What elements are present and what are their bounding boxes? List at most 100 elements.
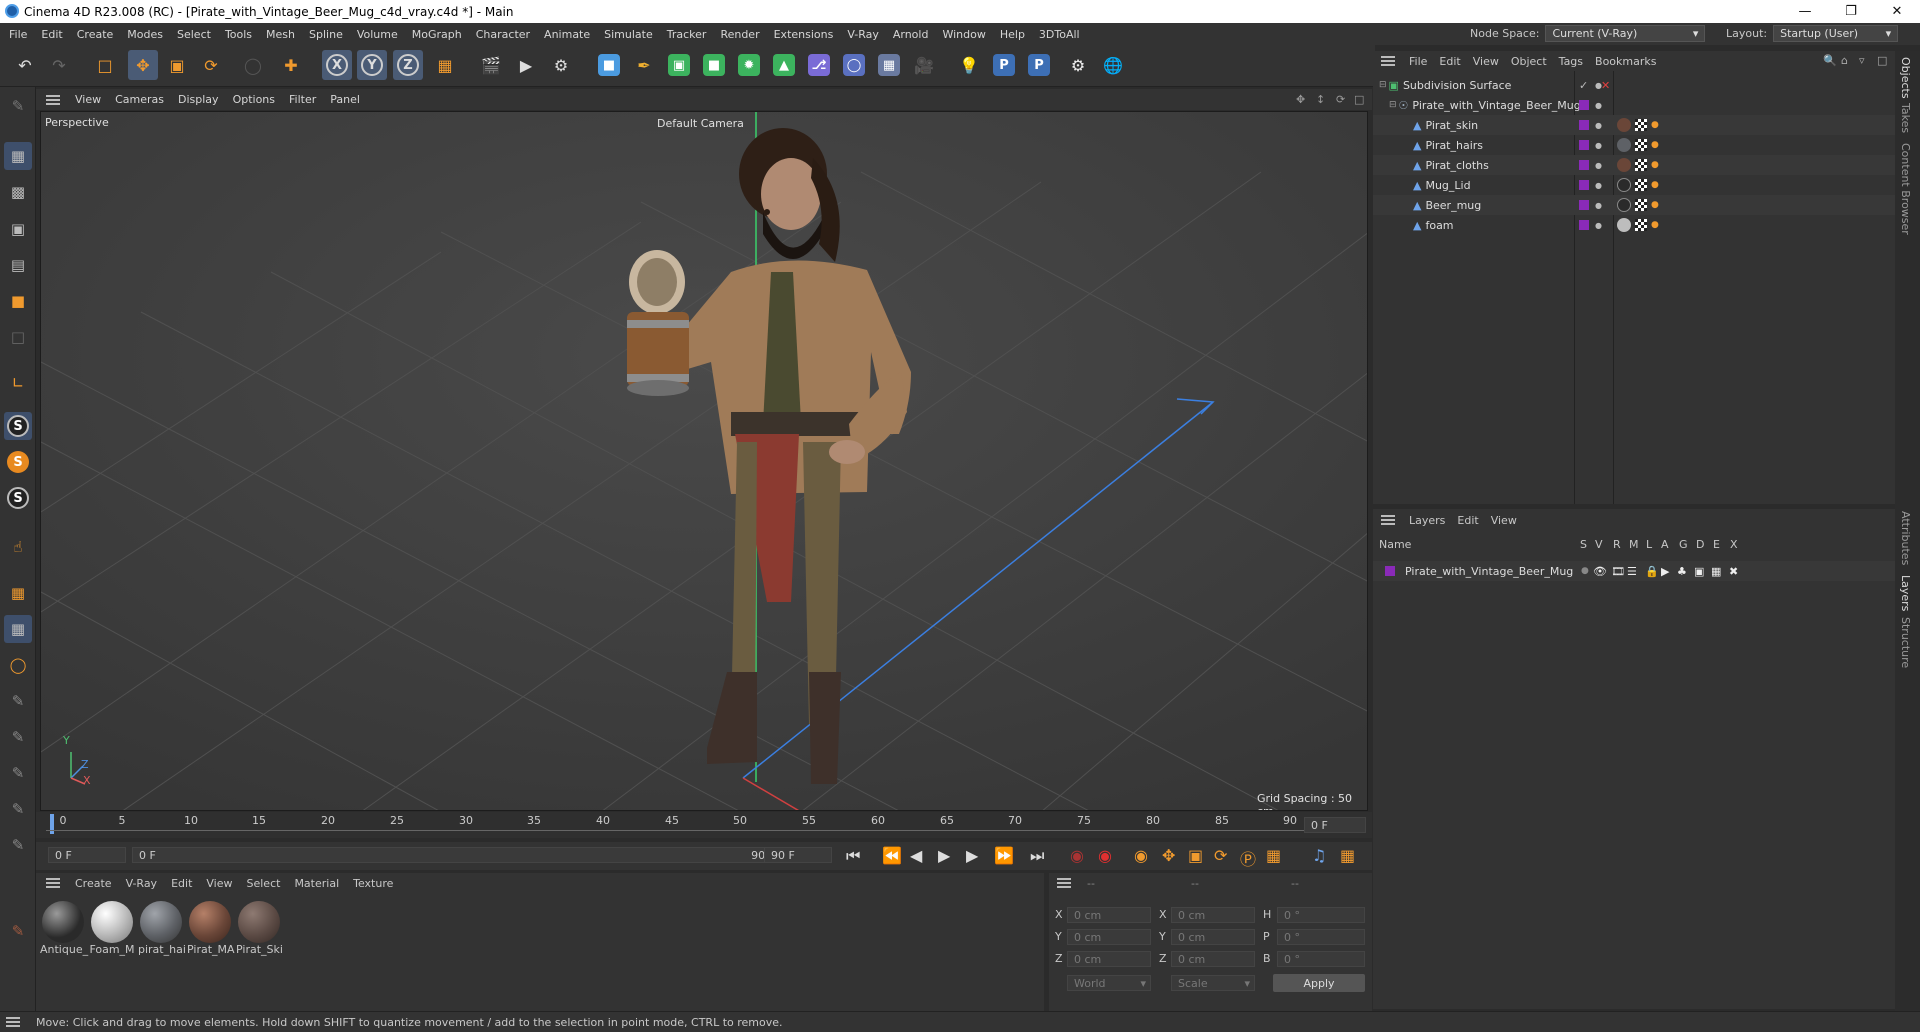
visibility-dots-icon[interactable]: ● [1595,201,1602,210]
uvw-tag-icon[interactable] [1635,179,1647,191]
size-z-field[interactable]: 0 cm [1171,951,1255,967]
globe-icon[interactable]: 🌐 [1098,50,1128,80]
make-editable-icon[interactable]: ✎ [4,92,32,120]
viewport-rotate-icon[interactable]: ⟳ [1336,93,1345,106]
menu-arnold[interactable]: Arnold [886,28,936,41]
z-axis-lock-icon[interactable]: Z [393,50,423,80]
workplane-icon[interactable]: ∟ [4,369,32,397]
prev-key-icon[interactable]: ⏪ [882,846,902,865]
render-icon[interactable]: 🎞 [1611,565,1625,578]
home-icon[interactable]: ⌂ [1841,54,1848,67]
menu-select[interactable]: Select [170,28,218,41]
keyframe-selection-icon[interactable]: ◉ [1134,846,1148,865]
uvw-tag-icon[interactable] [1635,159,1647,171]
tab-structure[interactable]: Structure [1899,617,1912,668]
coordinate-system-icon[interactable]: ▦ [430,50,460,80]
rotation-b-field[interactable]: 0 ° [1277,951,1365,967]
material-tag-icon[interactable] [1617,138,1631,152]
object-menu-edit[interactable]: Edit [1433,55,1466,68]
key-position-icon[interactable]: ✥ [1162,846,1175,865]
object-menu-bookmarks[interactable]: Bookmarks [1589,55,1662,68]
lock-icon[interactable]: 🔒 [1645,565,1659,578]
timeline-window-icon[interactable]: ▦ [1340,846,1355,865]
tree-row-pirat-hairs[interactable]: ▲ Pirat_hairs ● ● [1373,135,1895,155]
smooth-icon[interactable]: ✎ [4,795,32,823]
minimize-icon[interactable]: — [1782,0,1828,23]
menu-help[interactable]: Help [993,28,1032,41]
position-x-field[interactable]: 0 cm [1067,907,1151,923]
menu-create[interactable]: Create [70,28,121,41]
vray-tag-icon[interactable]: ● [1651,160,1659,170]
render-view-icon[interactable]: 🎬 [476,50,506,80]
light-icon[interactable]: 💡 [954,50,984,80]
visibility-dots-icon[interactable]: ● [1595,161,1602,170]
material-menu-view[interactable]: View [199,877,239,890]
current-frame-field[interactable]: 0 F [1304,817,1366,833]
python-generator-icon[interactable]: P [1024,50,1054,80]
start-frame-field[interactable]: 0 F [48,847,126,863]
viewport-menu-cameras[interactable]: Cameras [108,93,171,106]
hamburger-icon[interactable] [46,94,60,105]
play-icon[interactable]: ▶ [938,846,950,865]
tab-objects[interactable]: Objects [1899,57,1912,99]
move-tool-icon[interactable]: ✥ [128,50,158,80]
sculpt-icon[interactable]: ✎ [4,759,32,787]
redo-icon[interactable]: ↷ [44,50,74,80]
coord-system-dropdown[interactable]: World ▾ [1067,975,1151,991]
viewport-menu-display[interactable]: Display [171,93,226,106]
menu-tracker[interactable]: Tracker [660,28,714,41]
hamburger-icon[interactable] [46,878,60,888]
visibility-dots-icon[interactable]: ● [1595,221,1602,230]
size-y-field[interactable]: 0 cm [1171,929,1255,945]
object-menu-tags[interactable]: Tags [1553,55,1589,68]
uvw-tag-icon[interactable] [1635,219,1647,231]
menu-edit[interactable]: Edit [34,28,69,41]
key-scale-icon[interactable]: ▣ [1188,846,1203,865]
object-menu-file[interactable]: File [1403,55,1433,68]
pull-icon[interactable]: ✎ [4,831,32,859]
search-icon[interactable]: 🔍 [1823,54,1837,67]
uvw-tag-icon[interactable] [1635,199,1647,211]
vray-tag-icon[interactable]: ● [1651,200,1659,210]
next-key-icon[interactable]: ⏩ [994,846,1014,865]
apply-button[interactable]: Apply [1273,974,1365,992]
disabled-x-icon[interactable]: ✕ [1601,79,1610,92]
vray-tag-icon[interactable]: ● [1651,120,1659,130]
camera-icon[interactable]: 🎥 [909,50,939,80]
menu-character[interactable]: Character [469,28,537,41]
motion-system-icon[interactable]: ♫ [1312,846,1326,865]
menu-vray[interactable]: V-Ray [840,28,886,41]
viewport-menu-panel[interactable]: Panel [323,93,367,106]
expressions-icon[interactable]: ▦ [1711,565,1721,578]
autokey-icon[interactable]: ◉ [1098,846,1112,865]
uvw-tag-icon[interactable] [1635,119,1647,131]
undo-icon[interactable]: ↶ [10,50,40,80]
uv-mode-icon[interactable]: □ [4,323,32,351]
material-menu-material[interactable]: Material [287,877,346,890]
uvw-tag-icon[interactable] [1635,139,1647,151]
menu-render[interactable]: Render [713,28,766,41]
close-icon[interactable]: ✕ [1874,0,1920,23]
material-menu-create[interactable]: Create [68,877,119,890]
menu-3dtoall[interactable]: 3DToAll [1032,28,1087,41]
filter-icon[interactable]: ▿ [1859,54,1865,67]
material-menu-vray[interactable]: V-Ray [119,877,165,890]
tree-row-beer-mug[interactable]: ▲ Beer_mug ● ● [1373,195,1895,215]
cloner-icon[interactable]: ▲ [769,50,799,80]
key-rotation-icon[interactable]: ⟳ [1214,846,1227,865]
material-swatch[interactable]: Antique_ [40,901,88,956]
tree-row-foam[interactable]: ▲ foam ● ● [1373,215,1895,235]
tab-takes[interactable]: Takes [1899,103,1912,133]
node-space-dropdown[interactable]: Current (V-Ray) ▾ [1545,25,1706,42]
prev-frame-icon[interactable]: ◀ [910,846,922,865]
knife-icon[interactable]: ✎ [4,917,32,945]
material-tag-icon[interactable] [1617,218,1631,232]
vray-tag-icon[interactable]: ● [1651,180,1659,190]
menu-modes[interactable]: Modes [120,28,170,41]
material-tag-icon[interactable] [1617,198,1631,212]
size-mode-dropdown[interactable]: Scale ▾ [1171,975,1255,991]
render-picture-viewer-icon[interactable]: ▶ [511,50,541,80]
viewport-camera-name[interactable]: Default Camera [657,117,744,130]
polygons-mode-icon[interactable]: ■ [4,287,32,315]
material-menu-texture[interactable]: Texture [346,877,400,890]
